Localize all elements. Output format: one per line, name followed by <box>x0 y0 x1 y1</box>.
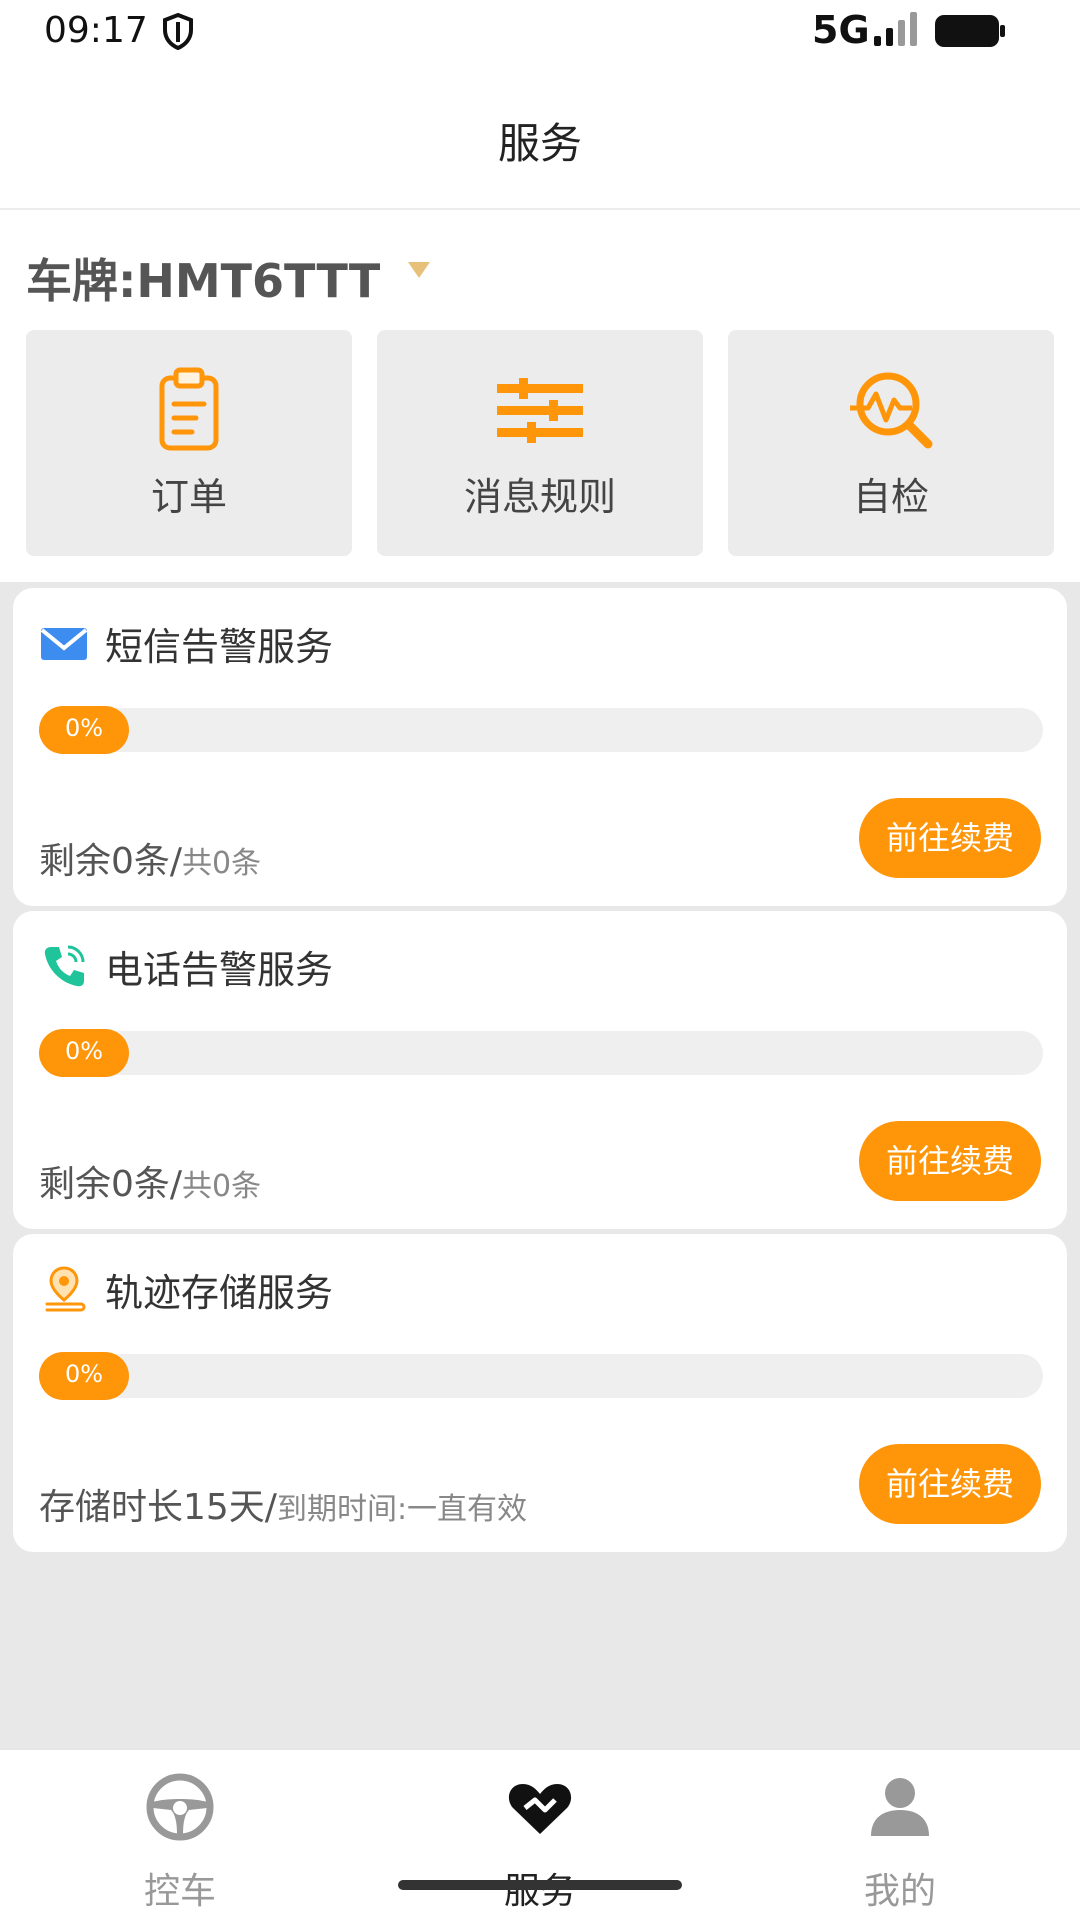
service-title: 短信告警服务 <box>105 624 334 669</box>
total-text: 共0条 <box>182 846 262 881</box>
usage-text: 剩余0条/共0条 <box>39 832 261 884</box>
self-check-label: 自检 <box>852 475 929 519</box>
progress-fill: 0% <box>39 706 129 754</box>
clipboard-icon <box>159 367 219 451</box>
progress-fill: 0% <box>39 1352 129 1400</box>
nav-item-service[interactable]: 服务 <box>360 1750 720 1920</box>
diagnostic-search-icon <box>850 372 933 449</box>
title-bar: 服务 <box>0 64 1080 210</box>
page-title: 服务 <box>497 119 582 168</box>
caret-down-icon <box>408 262 431 278</box>
bottom-nav: 控车 服务 我的 <box>0 1748 1080 1920</box>
usage-text: 剩余0条/共0条 <box>39 1155 261 1207</box>
status-bar: 09:17 5G <box>0 0 1080 64</box>
progress-text: 0% <box>64 1037 104 1065</box>
progress-text: 0% <box>64 1360 104 1388</box>
status-time: 09:17 <box>44 10 148 51</box>
mail-icon <box>40 628 88 660</box>
total-text: 共0条 <box>182 1169 262 1204</box>
renew-button[interactable]: 前往续费 <box>859 798 1041 878</box>
network-type: 5G <box>812 8 870 52</box>
orders-tile[interactable]: 订单 <box>26 330 352 556</box>
renew-button[interactable]: 前往续费 <box>859 1444 1041 1524</box>
user-icon <box>871 1778 929 1836</box>
steering-wheel-icon <box>146 1773 214 1841</box>
storage-duration-text: 存储时长15天/ <box>39 1487 277 1528</box>
service-title: 轨迹存储服务 <box>105 1270 334 1315</box>
home-indicator <box>398 1880 682 1890</box>
track-storage-card: 轨迹存储服务 0% 存储时长15天/到期时间:一直有效 前往续费 <box>13 1234 1067 1552</box>
service-title: 电话告警服务 <box>105 947 334 992</box>
usage-text: 存储时长15天/到期时间:一直有效 <box>39 1478 527 1530</box>
nav-label-mine: 我的 <box>863 1871 936 1912</box>
progress-bar: 0% <box>39 1352 1043 1400</box>
remaining-text: 剩余0条/ <box>39 841 183 882</box>
remaining-text: 剩余0条/ <box>39 1164 183 1205</box>
renew-button[interactable]: 前往续费 <box>859 1121 1041 1201</box>
nav-label-control-car: 控车 <box>143 1871 216 1912</box>
sliders-icon <box>497 378 583 443</box>
progress-bar: 0% <box>39 1029 1043 1077</box>
progress-bar: 0% <box>39 706 1043 754</box>
phone-icon <box>44 945 85 987</box>
phone-alert-card: 电话告警服务 0% 剩余0条/共0条 前往续费 <box>13 911 1067 1229</box>
progress-fill: 0% <box>39 1029 129 1077</box>
expiry-text: 到期时间:一直有效 <box>276 1492 528 1527</box>
heart-handshake-icon <box>508 1784 572 1834</box>
message-rules-label: 消息规则 <box>463 475 616 519</box>
nav-item-control-car[interactable]: 控车 <box>0 1750 360 1920</box>
shield-icon <box>163 12 193 50</box>
orders-label: 订单 <box>150 475 227 519</box>
progress-text: 0% <box>64 714 104 742</box>
battery-icon <box>935 15 1005 47</box>
location-pin-icon <box>45 1266 86 1312</box>
self-check-tile[interactable]: 自检 <box>728 330 1054 556</box>
nav-item-mine[interactable]: 我的 <box>720 1750 1080 1920</box>
signal-icon <box>874 12 917 46</box>
top-section: 车牌:HMT6TTT 订单 消息规则 自检 <box>0 210 1080 582</box>
plate-selector[interactable]: 车牌:HMT6TTT <box>26 248 431 308</box>
sms-alert-card: 短信告警服务 0% 剩余0条/共0条 前往续费 <box>13 588 1067 906</box>
plate-label: 车牌:HMT6TTT <box>26 254 381 308</box>
message-rules-tile[interactable]: 消息规则 <box>377 330 703 556</box>
